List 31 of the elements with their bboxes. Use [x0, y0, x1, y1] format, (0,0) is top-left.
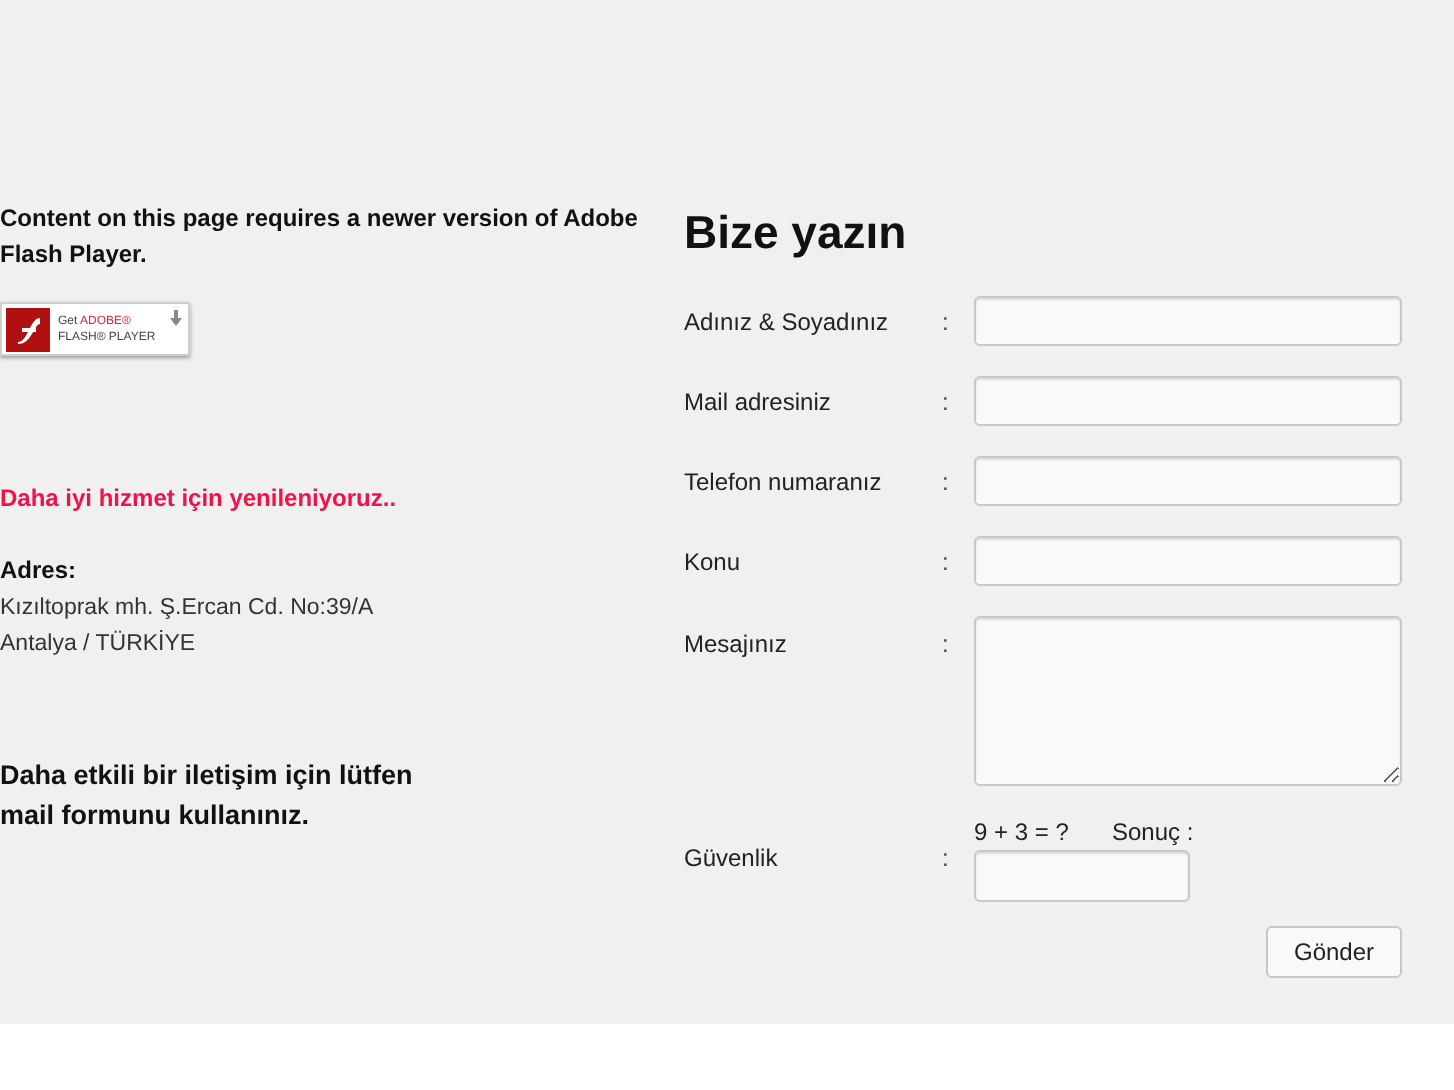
colon: : — [942, 465, 951, 499]
flash-logo-icon — [6, 307, 50, 351]
download-icon — [170, 310, 182, 326]
form-title: Bize yazın — [684, 204, 909, 262]
address-heading: Adres: — [0, 554, 79, 588]
colon: : — [942, 545, 951, 579]
field-label: Telefon numaranız — [684, 465, 884, 499]
field-label: Adınız & Soyadınız — [684, 305, 891, 339]
submit-button[interactable]: Gönder — [1266, 926, 1402, 978]
field-label: Mail adresiniz — [684, 385, 833, 419]
field-label: Mesajınız — [684, 628, 789, 662]
renewal-notice: Daha iyi hizmet için yenileniyoruz.. — [0, 482, 399, 516]
input-field[interactable] — [974, 456, 1402, 506]
colon: : — [942, 385, 951, 419]
contact-hint: mail formunu kullanınız. — [0, 798, 312, 834]
field-label: Güvenlik — [684, 842, 780, 876]
flash-notice: Content on this page requires a newer version of Adobe Flash Player. — [0, 202, 640, 272]
field-label: Konu — [684, 545, 743, 579]
message-field[interactable] — [974, 616, 1402, 786]
colon: : — [942, 628, 951, 662]
input-field[interactable] — [974, 536, 1402, 586]
contact-hint: Daha etkili bir iletişim için lütfen — [0, 758, 415, 794]
colon: : — [942, 842, 951, 876]
address-line: Kızıltoprak mh. Ş.Ercan Cd. No:39/A — [0, 594, 376, 624]
input-field[interactable] — [974, 376, 1402, 426]
result-label: Sonuç : — [1112, 816, 1194, 850]
input-field[interactable] — [974, 296, 1402, 346]
captcha-question: 9 + 3 = ? — [974, 816, 1071, 850]
captcha-field[interactable] — [974, 850, 1190, 902]
colon: : — [942, 305, 951, 339]
address-line: Antalya / TÜRKİYE — [0, 628, 198, 660]
